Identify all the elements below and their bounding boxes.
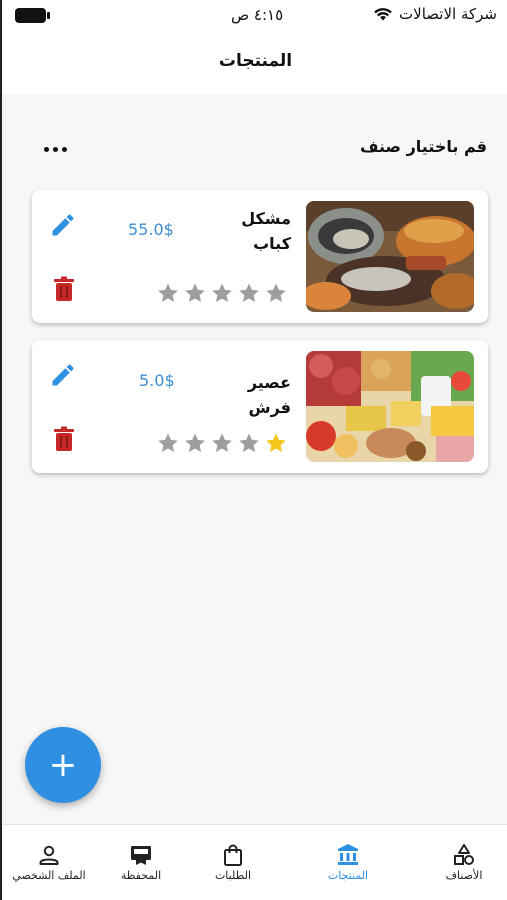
nav-label: المحفظة [120,869,162,882]
product-card[interactable]: مشكل كباب 55.0$ [32,190,488,323]
category-label[interactable]: قم باختيار صنف [360,137,487,156]
edit-icon[interactable] [49,361,77,389]
nav-item-products[interactable]: المنتجات [298,837,398,889]
carrier-name: شركة الاتصالات [399,5,497,23]
wallet-icon [131,846,151,865]
product-price: 55.0$ [128,220,174,239]
nav-item-profile[interactable]: الملف الشخصي [0,837,99,889]
product-price: 5.0$ [139,371,175,390]
star-empty-icon [239,283,259,302]
rating-stars [156,281,288,305]
edit-icon[interactable] [49,211,77,239]
star-empty-icon [185,283,205,302]
phone-screen: ٤:١٥ ص شركة الاتصالات المنتجات قم باختيا… [0,0,507,900]
status-time: ٤:١٥ ص [231,6,284,24]
bank-icon [338,844,358,865]
star-filled-icon [266,433,286,452]
battery-icon [15,8,50,23]
page-title: المنتجات [218,51,293,71]
star-empty-icon [212,433,232,452]
star-empty-icon [185,433,205,452]
status-bar: ٤:١٥ ص شركة الاتصالات [2,0,507,34]
add-product-button[interactable]: + [25,727,101,803]
app-bar: المنتجات [2,34,507,94]
rating-stars [156,431,288,455]
nav-item-wallet[interactable]: المحفظة [91,837,191,889]
nav-label: المنتجات [327,869,369,882]
shopping-bag-icon [224,844,242,866]
nav-label: الطلبات [214,869,252,882]
product-name: مشكل كباب [241,209,291,253]
star-empty-icon [266,283,286,302]
nav-label: الأصناف [445,869,483,882]
product-card[interactable]: عصير فرش 5.0$ [32,340,488,473]
category-selector[interactable]: قم باختيار صنف [32,132,489,166]
product-image-food [306,351,474,462]
delete-icon[interactable] [52,276,76,302]
delete-icon[interactable] [52,426,76,452]
wifi-icon [374,8,392,21]
person-icon [39,845,59,865]
nav-item-categories[interactable]: الأصناف [414,837,507,889]
categories-icon [454,844,474,865]
product-image-kebab [306,201,474,312]
more-options-icon[interactable] [44,140,74,158]
nav-item-orders[interactable]: الطلبات [183,837,283,889]
star-empty-icon [239,433,259,452]
star-empty-icon [212,283,232,302]
nav-label: الملف الشخصي [12,869,86,882]
star-empty-icon [158,283,178,302]
plus-icon: + [48,745,78,785]
product-name: عصير فرش [247,373,291,417]
bottom-navigation: الأصناف المنتجات الطلبات المحفظة الملف ا… [2,824,507,900]
star-empty-icon [158,433,178,452]
carrier: شركة الاتصالات [373,5,497,23]
